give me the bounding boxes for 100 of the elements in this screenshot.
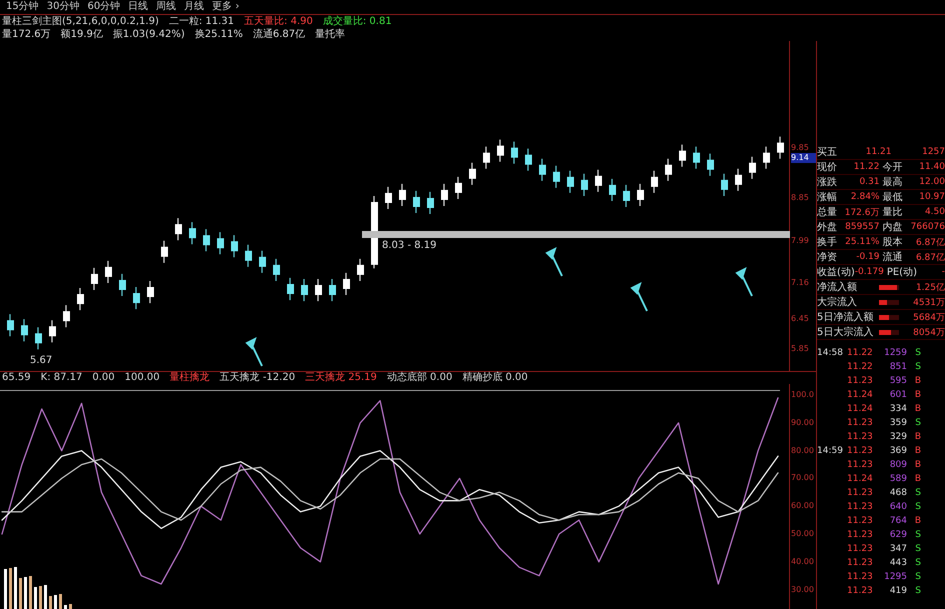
candlestick (735, 168, 742, 192)
indicator-value: 量柱三剑主图(5,21,6,0,0,0.2,1.9) (2, 16, 159, 28)
candlestick (721, 173, 728, 196)
arrow-icon (735, 267, 753, 296)
tick-volume: 601 (888, 390, 907, 400)
candlestick (7, 314, 14, 337)
indicator-value: 五天擒龙 -12.20 (220, 372, 296, 384)
tick-volume: 764 (888, 516, 907, 526)
tick-volume: 640 (888, 502, 907, 512)
tick-volume: 334 (888, 404, 907, 414)
candlestick (399, 183, 406, 206)
quote-value: 25.11% (844, 237, 880, 247)
oscillator-axis-label: 100.0 (791, 390, 814, 400)
tick-price: 11.23 (847, 432, 874, 442)
candlestick (707, 153, 714, 176)
candlestick (63, 304, 70, 328)
quote-value: 换25.11% (194, 28, 243, 40)
quote-value: 4.50 (924, 207, 945, 217)
tick-volume: 419 (888, 586, 907, 596)
fund-flow-label: 大宗流入 (817, 296, 858, 309)
candlestick (21, 318, 28, 342)
tick-time: 14:58 (817, 348, 843, 358)
tick-price: 11.23 (847, 502, 874, 512)
quote-label: 换手 (817, 236, 838, 249)
quote-value: 859557 (844, 222, 880, 232)
candlestick (133, 286, 140, 310)
quote-label: 买五 (817, 146, 838, 159)
candlestick (441, 183, 448, 206)
price-axis-label: 5.85 (791, 344, 809, 354)
indicator-value: K: 87.17 (40, 372, 82, 384)
oscillator-axis-label: 30.00 (791, 584, 814, 595)
price-range-label: 8.03 - 8.19 (382, 240, 436, 251)
tick-time: 14:59 (817, 446, 843, 456)
fund-flow-label: 5日净流入额 (817, 310, 874, 324)
quote-value: 12.00 (918, 177, 945, 187)
candlestick (287, 277, 294, 301)
period-tab[interactable]: 60分钟 (87, 1, 120, 13)
quote-label: 内盘 (882, 220, 904, 234)
tick-volume: 1259 (883, 348, 907, 358)
tick-volume: 809 (888, 460, 907, 470)
tick-price: 11.23 (847, 558, 874, 568)
quote-label: 涨幅 (817, 190, 838, 204)
candlestick (427, 191, 434, 215)
candlestick (469, 162, 476, 186)
tick-volume: 359 (888, 418, 907, 428)
indicator-value: 成交量比: 0.81 (322, 16, 392, 28)
tick-side: S (914, 530, 921, 540)
candlestick (161, 240, 168, 264)
period-tab[interactable]: 日线 (128, 1, 148, 13)
candlestick (455, 176, 462, 200)
arrow-icon (630, 282, 648, 312)
candlestick (273, 258, 280, 282)
tick-price: 11.23 (847, 488, 874, 498)
candlestick (679, 144, 686, 168)
indicator-value: 二一粒: 11.31 (168, 16, 234, 28)
tick-side: B (914, 460, 921, 470)
quote-label: 流通 (882, 250, 904, 264)
tick-side: S (914, 544, 921, 554)
quote-value: 11.21 (864, 147, 892, 157)
indicator-value: 0.00 (92, 372, 115, 384)
tick-price: 11.24 (847, 390, 874, 400)
tick-price: 11.23 (847, 516, 874, 526)
quote-value: 流通6.87亿 (252, 28, 306, 40)
candlestick (581, 173, 588, 196)
period-tab[interactable]: 30分钟 (46, 1, 80, 13)
price-axis-label: 7.99 (791, 236, 809, 246)
tick-price: 11.24 (847, 474, 874, 484)
tick-volume: 468 (888, 488, 907, 498)
period-tab[interactable]: 更多 › (212, 1, 240, 13)
price-axis-label: 8.85 (791, 192, 809, 203)
tick-volume: 443 (888, 558, 907, 568)
tick-side: B (914, 516, 921, 526)
quote-value: 6.87亿 (914, 236, 945, 248)
period-tab[interactable]: 15分钟 (6, 1, 39, 13)
quote-label: 收益(动) (817, 266, 855, 279)
tick-volume: 329 (888, 432, 907, 442)
quote-value: 2.84% (850, 192, 880, 202)
candlestick (567, 170, 574, 194)
fund-flow-label: 净流入额 (817, 280, 858, 294)
candlestick (147, 280, 154, 304)
quote-label: 现价 (817, 161, 838, 174)
candlestick (357, 258, 364, 282)
tick-volume: 1295 (883, 572, 907, 582)
tick-side: S (914, 586, 921, 596)
indicator-value: 三天擒龙 25.19 (305, 372, 377, 384)
candlestick (301, 278, 308, 302)
tick-side: S (914, 362, 921, 372)
period-tab[interactable]: 周线 (156, 1, 176, 13)
quote-label: 外盘 (817, 221, 838, 234)
oscillator-axis-label: 50.00 (791, 529, 814, 539)
candlestick (483, 146, 490, 170)
tick-volume: 589 (888, 474, 907, 484)
candlestick (525, 148, 532, 172)
quote-value: 振1.03(9.42%) (112, 28, 185, 40)
period-tab[interactable]: 月线 (184, 1, 204, 13)
arrow-icon (545, 247, 563, 276)
tick-side: B (914, 404, 921, 414)
fund-flow-value: 4531万 (912, 296, 945, 308)
tick-price: 11.24 (847, 404, 874, 414)
quote-value: 6.87亿 (914, 252, 945, 264)
